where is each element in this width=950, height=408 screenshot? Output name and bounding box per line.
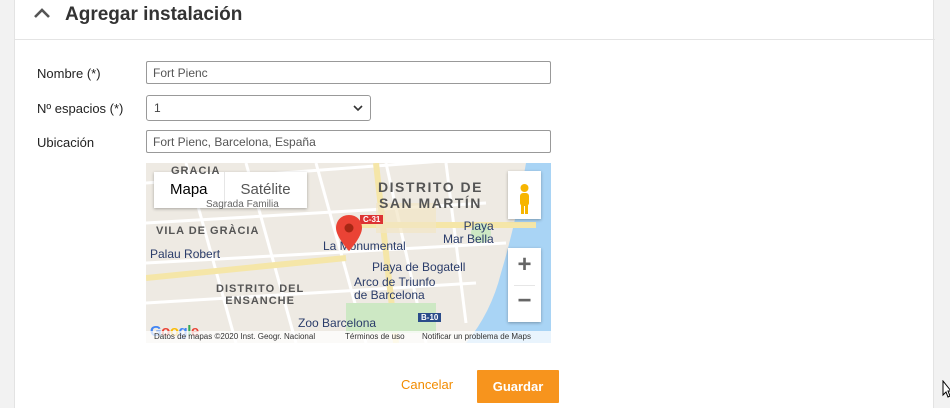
espacios-select[interactable]: 1: [146, 95, 371, 121]
mouse-cursor-icon: [942, 380, 950, 398]
location-pin-icon[interactable]: [336, 215, 362, 251]
chevron-down-icon: [353, 105, 363, 112]
zoom-in-button[interactable]: +: [508, 251, 541, 279]
panel-header: Agregar instalación: [15, 0, 935, 40]
espacios-value: 1: [154, 101, 161, 115]
map-label-arco-triunfo: Arco de Triunfo de Barcelona: [354, 275, 436, 302]
map-road-b10: B-10: [418, 313, 442, 322]
nombre-label: Nombre (*): [37, 66, 101, 81]
map-label-sagrada: Sagrada Familia: [206, 199, 279, 210]
map-label-distrito-san-martin: DISTRITO DE SAN MARTÍN: [378, 179, 483, 211]
map-label-gracia: GRACIA: [171, 165, 221, 177]
map-data-credit: Datos de mapas ©2020 Inst. Geogr. Nacion…: [154, 332, 316, 341]
panel-title: Agregar instalación: [65, 4, 243, 25]
map-terms-link[interactable]: Términos de uso: [345, 332, 405, 341]
pegman-icon: [520, 184, 529, 214]
map-attribution: Datos de mapas ©2020 Inst. Geogr. Nacion…: [146, 331, 551, 343]
ubicacion-label: Ubicación: [37, 135, 95, 150]
map-report-link[interactable]: Notificar un problema de Maps: [422, 332, 531, 341]
zoom-separator: [514, 285, 535, 286]
map-label-distrito-ensanche: DISTRITO DEL ENSANCHE: [216, 283, 305, 307]
zoom-control: + −: [508, 248, 541, 322]
zoom-out-button[interactable]: −: [508, 287, 541, 315]
chevron-up-icon[interactable]: [33, 6, 51, 20]
save-button[interactable]: Guardar: [477, 370, 559, 403]
ubicacion-input[interactable]: Fort Pienc, Barcelona, España: [146, 130, 551, 153]
map-label-playa-bogatell: Playa de Bogatell: [372, 260, 466, 274]
location-map[interactable]: Mapa Satélite GRACIA Sagrada Familia VIL…: [146, 163, 551, 343]
street-view-pegman[interactable]: [508, 171, 541, 219]
map-label-zoo: Zoo Barcelona: [298, 316, 377, 330]
cancel-button[interactable]: Cancelar: [401, 377, 453, 392]
nombre-input[interactable]: Fort Pienc: [146, 61, 551, 84]
map-label-palau-robert: Palau Robert: [150, 247, 221, 261]
espacios-label: Nº espacios (*): [37, 101, 124, 116]
map-road-c31: C-31: [360, 215, 384, 224]
map-label-vila-gracia: VILA DE GRÀCIA: [156, 225, 260, 237]
add-facility-panel: Agregar instalación Nombre (*) Fort Pien…: [14, 0, 935, 408]
map-label-playa-mar-bella: Playa Mar Bella: [443, 219, 494, 246]
